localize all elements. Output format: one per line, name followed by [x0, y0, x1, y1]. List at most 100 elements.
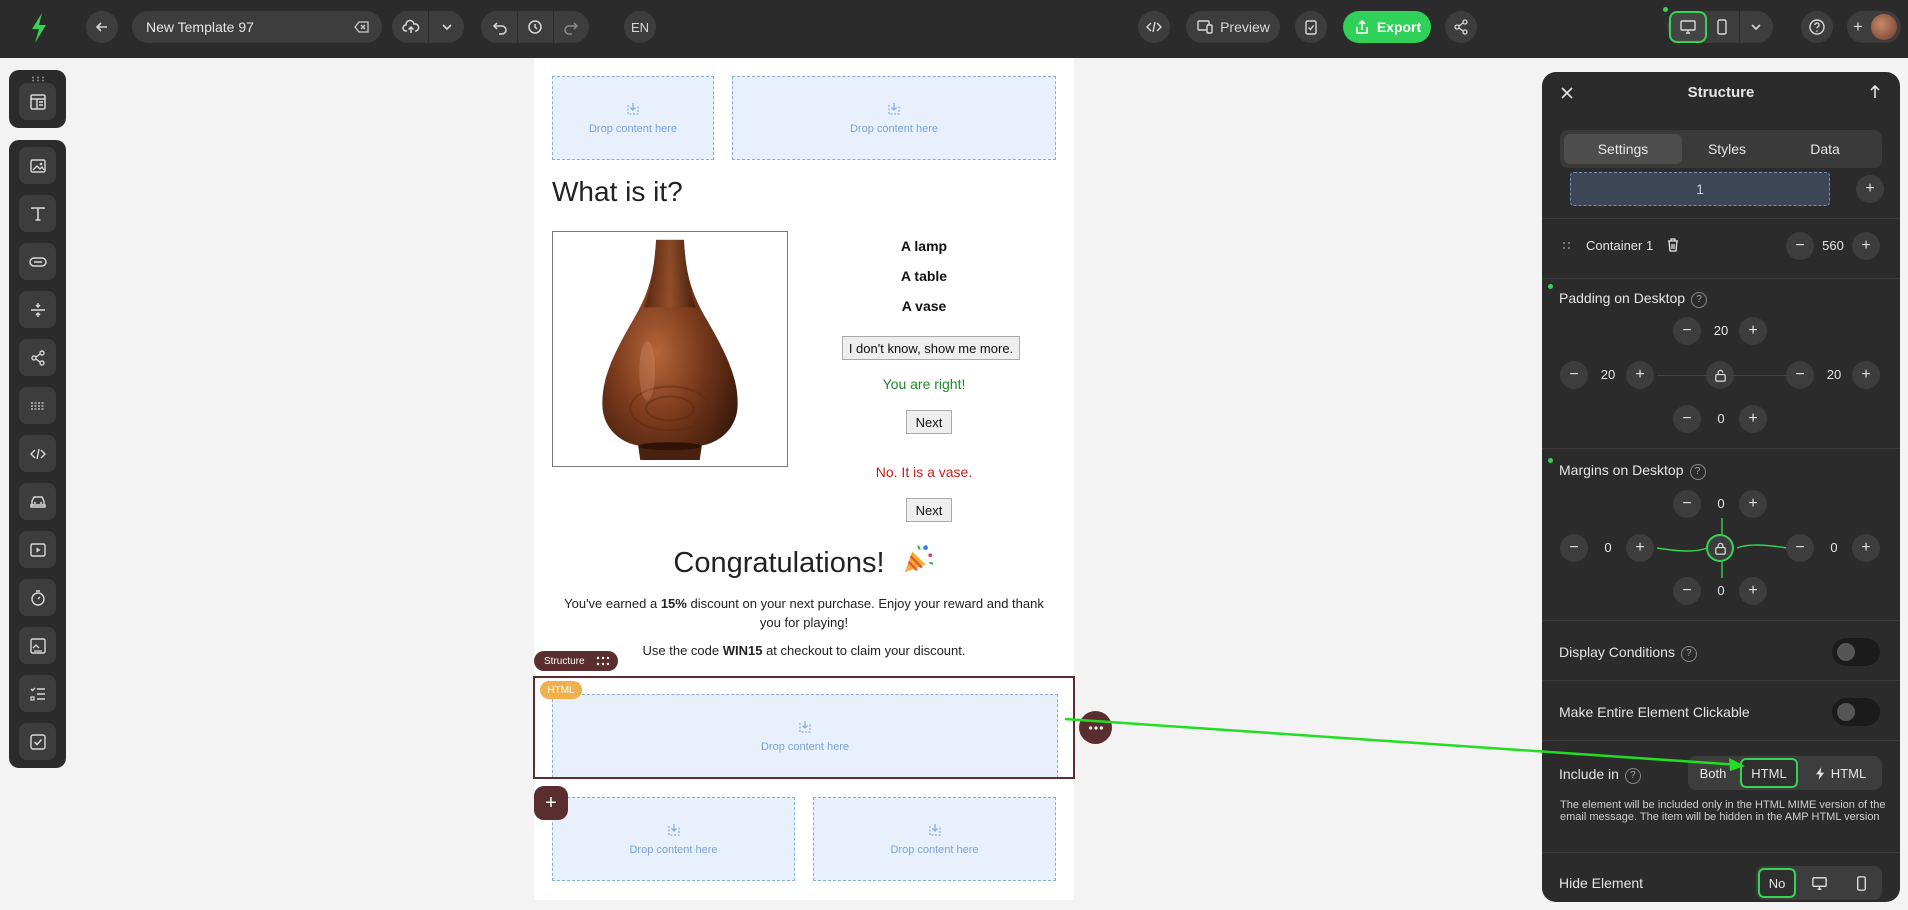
code-view-button[interactable]	[1138, 11, 1170, 43]
container-width-value[interactable]: 560	[1818, 238, 1848, 253]
display-conditions-toggle[interactable]	[1832, 638, 1880, 666]
next-button[interactable]: Next	[906, 498, 952, 522]
selected-structure[interactable]	[533, 676, 1075, 779]
hide-desktop-option[interactable]	[1800, 868, 1838, 898]
cloud-upload-icon[interactable]	[402, 18, 420, 39]
hide-mobile-option[interactable]	[1842, 868, 1880, 898]
arrow-up-icon[interactable]	[1868, 84, 1882, 100]
add-column-button[interactable]: +	[1856, 175, 1884, 203]
clickable-toggle[interactable]	[1832, 698, 1880, 726]
padding-left-value[interactable]: 20	[1593, 367, 1623, 382]
drag-handle-icon[interactable]	[596, 656, 610, 666]
vase-image[interactable]	[552, 231, 788, 467]
help-button[interactable]	[1801, 11, 1833, 43]
drag-grip-icon[interactable]	[1562, 241, 1572, 251]
margin-lock-button[interactable]	[1706, 534, 1734, 562]
help-icon[interactable]: ?	[1689, 464, 1706, 480]
redo-icon[interactable]	[562, 18, 580, 39]
help-icon[interactable]: ?	[1680, 646, 1697, 662]
margin-top-increase[interactable]: +	[1739, 490, 1767, 518]
divider-block-button[interactable]	[19, 387, 56, 424]
tab-data[interactable]: Data	[1772, 134, 1878, 164]
timer-block-button[interactable]	[19, 579, 56, 616]
drop-zone[interactable]: Drop content here	[732, 76, 1056, 160]
desktop-view-button[interactable]	[1669, 11, 1707, 43]
product-block-button[interactable]	[19, 627, 56, 664]
width-increase-button[interactable]: +	[1852, 232, 1880, 260]
margin-left-decrease[interactable]: −	[1560, 534, 1588, 562]
option-lamp[interactable]: A lamp	[824, 238, 1024, 254]
spacer-block-button[interactable]	[19, 291, 56, 328]
undo-icon[interactable]	[491, 18, 509, 39]
padding-lock-button[interactable]	[1706, 361, 1734, 389]
include-html-option[interactable]: HTML	[1740, 758, 1798, 788]
menu-block-button[interactable]	[19, 675, 56, 712]
margin-right-value[interactable]: 0	[1819, 540, 1849, 555]
preview-button[interactable]: Preview	[1186, 11, 1280, 43]
back-button[interactable]	[86, 11, 118, 43]
padding-top-decrease[interactable]: −	[1673, 317, 1701, 345]
account-button[interactable]: +	[1847, 11, 1901, 43]
margin-left-value[interactable]: 0	[1593, 540, 1623, 555]
video-block-button[interactable]	[19, 531, 56, 568]
hide-no-option[interactable]: No	[1758, 868, 1796, 898]
blocks-button[interactable]	[19, 83, 56, 120]
language-button[interactable]: EN	[624, 11, 656, 43]
clear-icon[interactable]	[354, 19, 370, 35]
padding-bottom-increase[interactable]: +	[1739, 405, 1767, 433]
margin-bottom-decrease[interactable]: −	[1673, 577, 1701, 605]
chevron-down-icon[interactable]	[438, 18, 456, 39]
social-block-button[interactable]	[19, 339, 56, 376]
tab-settings[interactable]: Settings	[1564, 134, 1682, 164]
trash-icon[interactable]	[1666, 237, 1680, 253]
margin-top-decrease[interactable]: −	[1673, 490, 1701, 518]
margin-bottom-value[interactable]: 0	[1706, 583, 1736, 598]
padding-right-decrease[interactable]: −	[1786, 361, 1814, 389]
column-box[interactable]: 1	[1570, 172, 1830, 206]
show-more-button[interactable]: I don't know, show me more.	[842, 336, 1020, 360]
include-both-option[interactable]: Both	[1690, 758, 1736, 788]
text-block-button[interactable]	[19, 195, 56, 232]
padding-top-value[interactable]: 20	[1706, 323, 1736, 338]
option-vase[interactable]: A vase	[824, 298, 1024, 314]
include-amp-option[interactable]: HTML	[1802, 758, 1880, 788]
drop-zone[interactable]: Drop content here	[813, 797, 1056, 881]
share-button[interactable]	[1445, 11, 1477, 43]
list-check-icon	[29, 687, 45, 701]
structure-tag[interactable]: Structure	[534, 651, 618, 671]
next-button[interactable]: Next	[906, 410, 952, 434]
image-block-button[interactable]	[19, 147, 56, 184]
margin-left-increase[interactable]: +	[1626, 534, 1654, 562]
help-icon[interactable]: ?	[1624, 768, 1641, 784]
padding-right-increase[interactable]: +	[1852, 361, 1880, 389]
padding-bottom-value[interactable]: 0	[1706, 411, 1736, 426]
margin-right-increase[interactable]: +	[1852, 534, 1880, 562]
padding-left-decrease[interactable]: −	[1560, 361, 1588, 389]
more-actions-button[interactable]	[1079, 711, 1112, 744]
margin-right-decrease[interactable]: −	[1786, 534, 1814, 562]
test-button[interactable]	[1295, 11, 1327, 43]
padding-left-increase[interactable]: +	[1626, 361, 1654, 389]
history-icon[interactable]	[526, 18, 544, 39]
option-table[interactable]: A table	[824, 268, 1024, 284]
chevron-down-icon[interactable]	[1747, 18, 1765, 39]
margin-bottom-increase[interactable]: +	[1739, 577, 1767, 605]
html-block-button[interactable]	[19, 435, 56, 472]
tab-styles[interactable]: Styles	[1668, 134, 1786, 164]
drop-zone[interactable]: Drop content here	[552, 797, 795, 881]
mobile-view-button[interactable]	[1713, 18, 1731, 39]
margin-top-value[interactable]: 0	[1706, 496, 1736, 511]
drag-grip-icon[interactable]	[31, 76, 45, 82]
width-decrease-button[interactable]: −	[1786, 232, 1814, 260]
template-name-field[interactable]: New Template 97	[132, 11, 382, 43]
banner-block-button[interactable]	[19, 483, 56, 520]
help-icon[interactable]: ?	[1691, 292, 1708, 308]
padding-bottom-decrease[interactable]: −	[1673, 405, 1701, 433]
export-button[interactable]: Export	[1343, 11, 1431, 43]
button-block-button[interactable]	[19, 243, 56, 280]
add-structure-button[interactable]: +	[534, 786, 568, 820]
drop-zone[interactable]: Drop content here	[552, 76, 714, 160]
form-block-button[interactable]	[19, 723, 56, 760]
padding-top-increase[interactable]: +	[1739, 317, 1767, 345]
padding-right-value[interactable]: 20	[1819, 367, 1849, 382]
